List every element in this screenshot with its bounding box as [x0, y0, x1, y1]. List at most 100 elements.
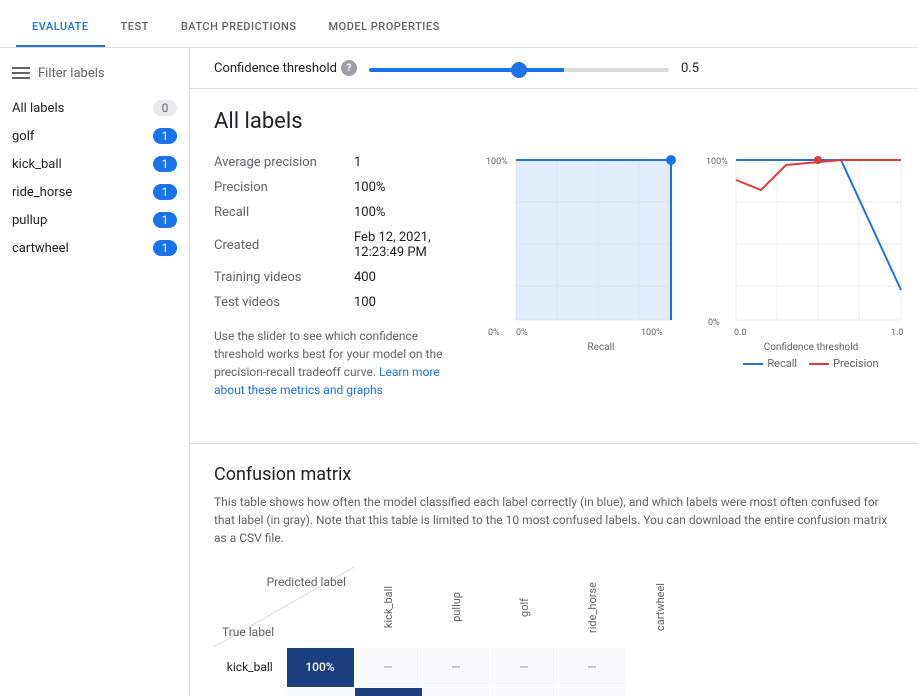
- metric-value-training-videos: 400: [354, 265, 454, 290]
- sidebar-badge-pullup: 1: [153, 212, 177, 228]
- pr-x-max: 100%: [641, 328, 663, 338]
- precision-legend-line: [809, 363, 829, 365]
- metric-label-created: Created: [214, 225, 354, 265]
- table-row: kick_ball 100% — — — —: [214, 647, 694, 687]
- pr-y-max: 100%: [486, 157, 508, 167]
- confusion-header-row: Predicted label True label kick_ball pul…: [214, 567, 694, 647]
- filter-labels-text: Filter labels: [38, 66, 105, 81]
- all-labels-title: All labels: [214, 109, 894, 134]
- threshold-label-text: Confidence threshold: [214, 61, 337, 76]
- sidebar-item-golf[interactable]: golf 1: [0, 122, 189, 150]
- confidence-threshold-slider[interactable]: [369, 68, 669, 72]
- threshold-value: 0.5: [681, 61, 711, 76]
- sidebar-item-cartwheel[interactable]: cartwheel 1: [0, 234, 189, 262]
- col-header-ride-horse: ride_horse: [558, 567, 626, 647]
- metric-training-videos: Training videos 400: [214, 265, 454, 290]
- metric-value-created: Feb 12, 2021, 12:23:49 PM: [354, 225, 454, 265]
- row-label-kick-ball: kick_ball: [214, 647, 286, 687]
- predicted-label-text: Predicted label: [267, 575, 346, 589]
- col-header-label-golf: golf: [518, 594, 531, 617]
- cell-kick-ball-golf: —: [422, 647, 490, 687]
- sidebar-item-all-labels[interactable]: All labels 0: [0, 94, 189, 122]
- cell-kick-ball-pullup: —: [354, 647, 422, 687]
- col-header-pullup: pullup: [422, 567, 490, 647]
- help-icon[interactable]: ?: [341, 60, 357, 76]
- confusion-matrix-section: Confusion matrix This table shows how of…: [190, 443, 918, 696]
- metric-created: Created Feb 12, 2021, 12:23:49 PM: [214, 225, 454, 265]
- metric-label-precision: Precision: [214, 175, 354, 200]
- precision-line: [736, 160, 901, 190]
- confidence-curve-chart: 100% 0% 0.0 1.0: [706, 150, 916, 340]
- col-header-cartwheel: cartwheel: [626, 567, 694, 647]
- pr-fill: [516, 160, 671, 320]
- col-header-label-kick-ball: kick_ball: [382, 582, 395, 628]
- confusion-matrix-table: Predicted label True label kick_ball pul…: [214, 567, 694, 696]
- sidebar-label-kick-ball: kick_ball: [12, 157, 62, 172]
- confidence-svg: 100% 0% 0.0 1.0: [706, 150, 916, 340]
- filter-labels-header: Filter labels: [0, 60, 189, 94]
- sidebar-item-ride-horse[interactable]: ride_horse 1: [0, 178, 189, 206]
- metric-label-test-videos: Test videos: [214, 290, 354, 315]
- sidebar-label-golf: golf: [12, 129, 34, 144]
- conf-x-label: Confidence threshold: [706, 342, 916, 353]
- threshold-slider-container: [369, 61, 669, 76]
- metric-avg-precision: Average precision 1: [214, 150, 454, 175]
- sidebar-label-cartwheel: cartwheel: [12, 241, 69, 256]
- tab-batch-predictions[interactable]: BATCH PREDICTIONS: [165, 20, 313, 47]
- sidebar-label-pullup: pullup: [12, 213, 47, 228]
- conf-y-min: 0%: [708, 318, 720, 328]
- confusion-matrix-title: Confusion matrix: [214, 464, 894, 485]
- col-header-label-ride-horse: ride_horse: [586, 578, 599, 633]
- sidebar-item-kick-ball[interactable]: kick_ball 1: [0, 150, 189, 178]
- cell-pullup-golf: —: [422, 687, 490, 696]
- menu-icon: [12, 64, 30, 82]
- pr-curve-svg: 100% 0% 0% 100%: [486, 150, 686, 340]
- recall-legend-line: [743, 363, 763, 365]
- sidebar-label-all-labels: All labels: [12, 101, 64, 116]
- conf-y-max: 100%: [706, 157, 728, 167]
- cell-pullup-ride-horse: —: [490, 687, 558, 696]
- confidence-curve-wrapper: 100% 0% 0.0 1.0: [706, 150, 916, 399]
- metric-value-precision: 100%: [354, 175, 454, 200]
- conf-threshold-dot: [814, 156, 822, 164]
- cell-kick-ball-cartwheel: —: [558, 647, 626, 687]
- conf-x-min: 0.0: [734, 328, 747, 338]
- pr-threshold-dot: [666, 155, 676, 165]
- col-header-label-cartwheel: cartwheel: [654, 579, 667, 631]
- content-area: Confidence threshold ? 0.5 All labels Av…: [190, 48, 918, 696]
- sidebar-item-pullup[interactable]: pullup 1: [0, 206, 189, 234]
- sidebar-badge-all-labels: 0: [153, 100, 177, 116]
- chart-legend: Recall Precision: [706, 357, 916, 370]
- top-navigation: EVALUATE TEST BATCH PREDICTIONS MODEL PR…: [0, 0, 918, 48]
- corner-cell: Predicted label True label: [214, 567, 354, 647]
- metric-test-videos: Test videos 100: [214, 290, 454, 315]
- col-header-golf: golf: [490, 567, 558, 647]
- description-text: Use the slider to see which confidence t…: [214, 327, 454, 399]
- metric-value-test-videos: 100: [354, 290, 454, 315]
- pr-curve-wrapper: 100% 0% 0% 100%: [486, 150, 686, 399]
- cell-pullup-cartwheel: —: [558, 687, 626, 696]
- true-label-text: True label: [222, 625, 274, 639]
- col-header-kick-ball: kick_ball: [354, 567, 422, 647]
- legend-recall: Recall: [743, 357, 797, 370]
- threshold-label: Confidence threshold ?: [214, 60, 357, 76]
- tab-model-properties[interactable]: MODEL PROPERTIES: [313, 20, 456, 47]
- sidebar-badge-ride-horse: 1: [153, 184, 177, 200]
- metrics-row: Average precision 1 Precision 100% Recal…: [214, 150, 894, 399]
- tab-test[interactable]: TEST: [105, 20, 165, 47]
- tab-evaluate[interactable]: EVALUATE: [16, 20, 105, 47]
- metric-label-recall: Recall: [214, 200, 354, 225]
- charts-container: 100% 0% 0% 100%: [486, 150, 916, 399]
- metric-precision: Precision 100%: [214, 175, 454, 200]
- metric-label-avg-precision: Average precision: [214, 150, 354, 175]
- metrics-table: Average precision 1 Precision 100% Recal…: [214, 150, 454, 399]
- row-label-pullup: pullup: [214, 687, 286, 696]
- sidebar-badge-golf: 1: [153, 128, 177, 144]
- metric-value-avg-precision: 1: [354, 150, 454, 175]
- legend-precision: Precision: [809, 357, 879, 370]
- cell-pullup-pullup: 100%: [354, 687, 422, 696]
- cell-kick-ball-kick-ball: 100%: [286, 647, 354, 687]
- sidebar-badge-kick-ball: 1: [153, 156, 177, 172]
- recall-line: [736, 160, 901, 290]
- confusion-matrix-wrapper: Predicted label True label kick_ball pul…: [214, 567, 894, 696]
